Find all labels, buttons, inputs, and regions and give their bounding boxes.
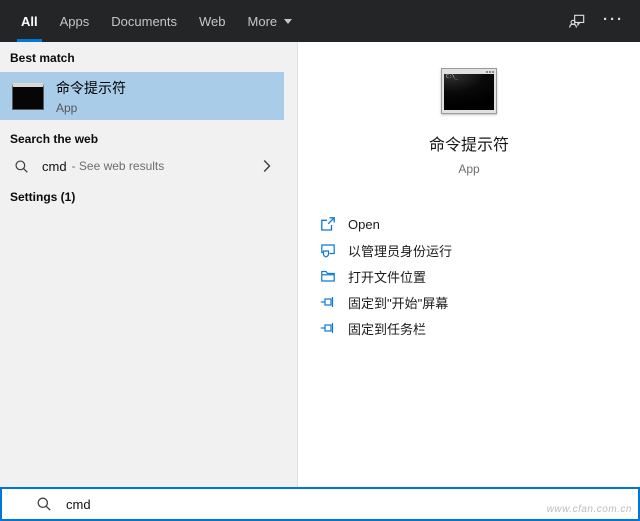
section-search-web: Search the web [0,132,297,146]
action-open-file-location[interactable]: 打开文件位置 [320,268,452,284]
result-best-match-cmd[interactable]: 命令提示符 App [0,72,284,120]
chevron-right-icon[interactable] [263,159,271,173]
tab-web-label: Web [199,14,226,29]
tab-apps-label: Apps [60,14,90,29]
pin-icon [320,320,336,336]
tab-all-label: All [21,14,38,29]
best-match-text: 命令提示符 App [56,78,126,115]
tab-more-label: More [248,14,278,29]
best-match-subtitle: App [56,101,126,115]
action-open-file-location-label: 打开文件位置 [348,267,426,286]
tab-documents[interactable]: Documents [100,0,188,42]
more-options-icon[interactable]: ··· [603,12,624,31]
cmd-icon-screen: C:\_ [444,74,494,110]
open-launch-icon [320,216,336,232]
cmd-app-icon [12,83,44,110]
search-filter-bar: All Apps Documents Web More ··· [0,0,640,42]
filter-tabs: All Apps Documents Web More [0,0,303,42]
feedback-icon[interactable] [568,12,587,31]
topbar-actions: ··· [568,0,640,42]
search-icon [14,159,29,174]
folder-icon [320,268,336,284]
tab-apps[interactable]: Apps [49,0,101,42]
cmd-app-icon-large: C:\_ [441,68,497,114]
tab-more[interactable]: More [237,0,304,42]
best-match-title: 命令提示符 [56,78,126,98]
web-result-suffix: - See web results [72,159,165,173]
window-dot [486,71,488,73]
pin-icon [320,294,336,310]
watermark: www.cfan.com.cn [547,504,632,515]
tab-all[interactable]: All [10,0,49,42]
search-input-value: cmd [66,497,91,512]
search-icon [36,496,52,512]
windows-search-flyout: All Apps Documents Web More ··· [0,0,640,521]
action-run-as-admin-label: 以管理员身份运行 [348,241,452,260]
tab-web[interactable]: Web [188,0,237,42]
action-pin-to-taskbar[interactable]: 固定到任务栏 [320,320,452,336]
action-pin-to-start[interactable]: 固定到"开始"屏幕 [320,294,452,310]
tab-documents-label: Documents [111,14,177,29]
web-result-query: cmd [42,159,67,174]
preview-app-title: 命令提示符 [429,131,509,155]
search-input[interactable]: cmd www.cfan.com.cn [0,487,640,521]
action-pin-to-taskbar-label: 固定到任务栏 [348,319,426,338]
preview-panel: C:\_ 命令提示符 App Open [298,42,640,487]
action-pin-to-start-label: 固定到"开始"屏幕 [348,293,448,312]
context-actions: Open 以管理员身份运行 [298,216,452,336]
section-settings: Settings (1) [0,190,297,204]
action-run-as-admin[interactable]: 以管理员身份运行 [320,242,452,258]
section-best-match: Best match [0,42,297,65]
search-results-area: Best match 命令提示符 App Search the web cmd … [0,42,640,487]
result-web-search[interactable]: cmd - See web results [0,151,297,181]
action-open[interactable]: Open [320,216,452,232]
cmd-prompt-text: C:\_ [446,75,458,80]
preview-app-subtitle: App [458,162,479,176]
action-open-label: Open [348,217,380,232]
admin-shield-icon [320,242,336,258]
results-list-panel: Best match 命令提示符 App Search the web cmd … [0,42,298,487]
chevron-down-icon [284,19,292,24]
window-dot [489,71,491,73]
window-dot [492,71,494,73]
